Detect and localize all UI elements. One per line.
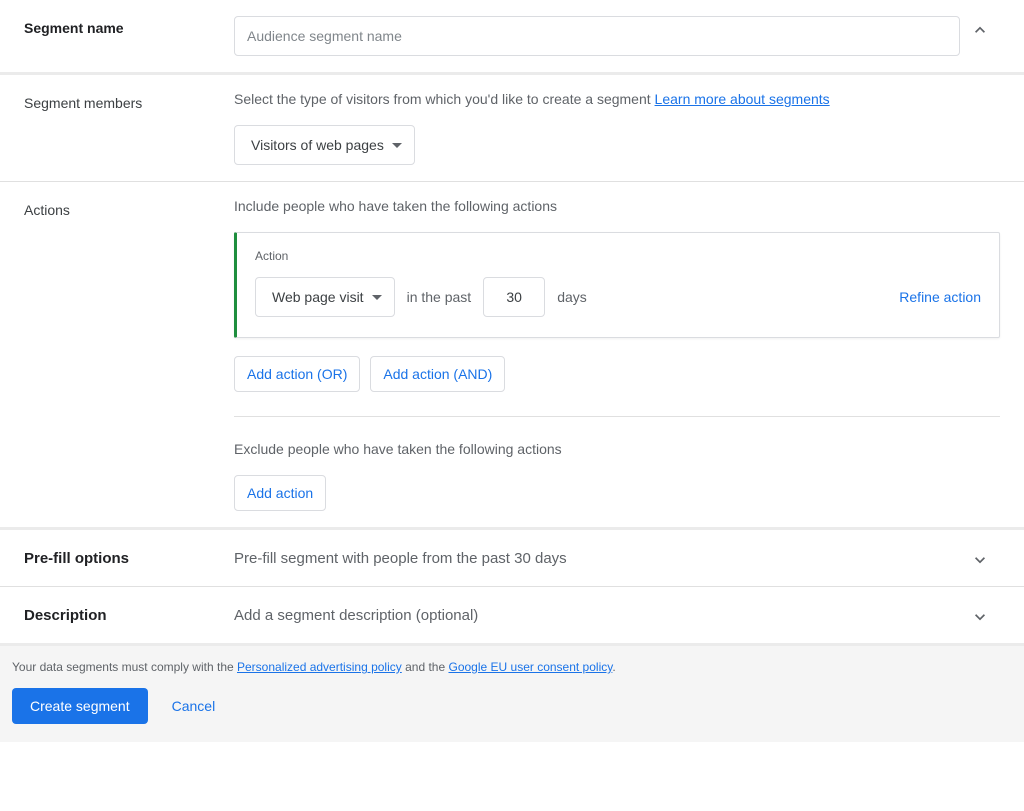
description-desc: Add a segment description (optional) [234, 607, 960, 624]
days-input[interactable] [483, 277, 545, 317]
add-action-or-button[interactable]: Add action (OR) [234, 356, 360, 392]
in-past-text: in the past [407, 289, 472, 305]
action-type-dropdown[interactable]: Web page visit [255, 277, 395, 317]
collapse-segment-name[interactable] [960, 16, 1000, 40]
description-label: Description [24, 607, 234, 624]
learn-more-link[interactable]: Learn more about segments [655, 91, 830, 107]
action-card-title: Action [255, 249, 981, 263]
prefill-desc: Pre-fill segment with people from the pa… [234, 550, 960, 567]
description-section[interactable]: Description Add a segment description (o… [0, 586, 1024, 643]
footer: Your data segments must comply with the … [0, 643, 1024, 742]
prefill-label: Pre-fill options [24, 550, 234, 567]
add-action-and-button[interactable]: Add action (AND) [370, 356, 505, 392]
compliance-text: Your data segments must comply with the … [8, 660, 1016, 674]
segment-name-label: Segment name [24, 16, 234, 36]
segment-members-help: Select the type of visitors from which y… [234, 91, 1000, 107]
segment-members-section: Segment members Select the type of visit… [0, 75, 1024, 182]
add-exclude-action-button[interactable]: Add action [234, 475, 326, 511]
chevron-down-icon [970, 607, 990, 627]
days-label: days [557, 289, 587, 305]
exclude-text: Exclude people who have taken the follow… [234, 441, 1000, 457]
action-card: Action Web page visit in the past days R… [234, 232, 1000, 338]
visitor-type-dropdown[interactable]: Visitors of web pages [234, 125, 415, 165]
include-text: Include people who have taken the follow… [234, 198, 1000, 214]
segment-members-label: Segment members [24, 91, 234, 111]
segment-name-section: Segment name [0, 0, 1024, 75]
ad-policy-link[interactable]: Personalized advertising policy [237, 660, 402, 674]
chevron-up-icon [970, 20, 990, 40]
actions-section: Actions Include people who have taken th… [0, 182, 1024, 527]
cancel-button[interactable]: Cancel [172, 698, 216, 714]
refine-action-link[interactable]: Refine action [899, 289, 981, 305]
create-segment-button[interactable]: Create segment [12, 688, 148, 724]
caret-down-icon [372, 295, 382, 300]
divider [234, 416, 1000, 417]
consent-policy-link[interactable]: Google EU user consent policy [448, 660, 612, 674]
caret-down-icon [392, 143, 402, 148]
chevron-down-icon [970, 550, 990, 570]
segment-name-input[interactable] [234, 16, 960, 56]
prefill-section[interactable]: Pre-fill options Pre-fill segment with p… [0, 527, 1024, 586]
actions-label: Actions [24, 198, 234, 218]
